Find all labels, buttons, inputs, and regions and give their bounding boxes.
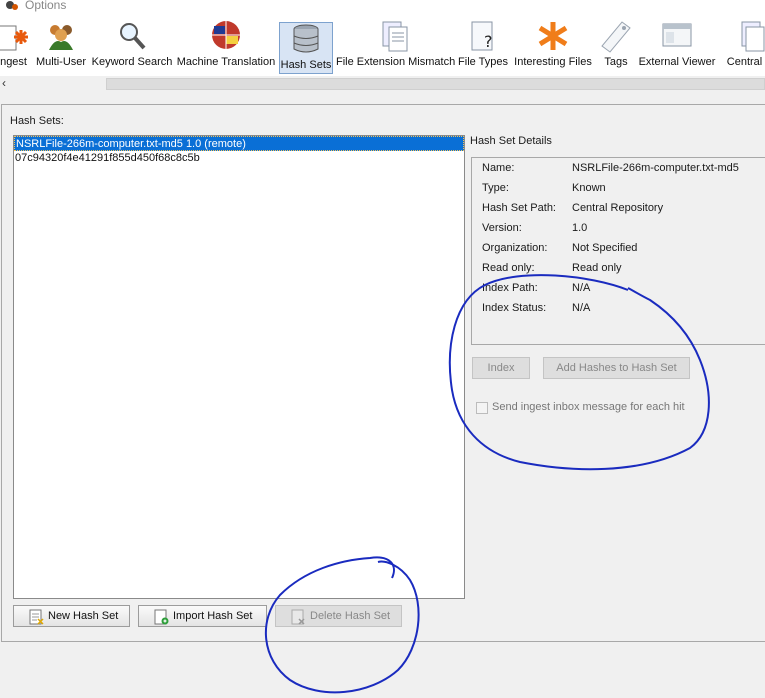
- new-document-icon: [29, 609, 44, 625]
- new-hash-set-label: New Hash Set: [48, 610, 119, 622]
- tab-file-types[interactable]: ? File Types: [456, 20, 510, 70]
- toolbar-scrollbar[interactable]: ‹: [0, 76, 765, 91]
- detail-value-read-only: Read only: [572, 262, 622, 274]
- detail-label-path: Hash Set Path:: [482, 202, 556, 214]
- detail-label-type: Type:: [482, 182, 509, 194]
- detail-value-index-status: N/A: [572, 302, 591, 314]
- tab-keyword-search[interactable]: Keyword Search: [91, 20, 173, 70]
- tab-multi-user-label: Multi-User: [35, 56, 87, 68]
- detail-value-index-path: N/A: [572, 282, 591, 294]
- list-item[interactable]: NSRLFile-266m-computer.txt-md5 1.0 (remo…: [14, 136, 464, 151]
- tab-keyword-search-label: Keyword Search: [91, 56, 173, 68]
- import-hash-set-label: Import Hash Set: [173, 610, 253, 622]
- tab-file-extension-mismatch-label: File Extension Mismatch: [336, 56, 456, 68]
- hash-sets-list[interactable]: NSRLFile-266m-computer.txt-md5 1.0 (remo…: [13, 135, 465, 599]
- delete-hash-set-button[interactable]: Delete Hash Set: [275, 605, 402, 627]
- globe-flags-icon: [212, 21, 240, 49]
- detail-label-index-status: Index Status:: [482, 302, 547, 314]
- tab-ingest[interactable]: Ingest: [0, 20, 32, 70]
- users-icon: [49, 25, 73, 50]
- svg-text:?: ?: [484, 32, 493, 51]
- tab-hash-sets[interactable]: Hash Sets: [279, 22, 333, 74]
- detail-label-index-path: Index Path:: [482, 282, 538, 294]
- scrollbar-thumb[interactable]: [106, 78, 765, 90]
- tab-interesting-files[interactable]: Interesting Files: [512, 20, 594, 70]
- ingest-inbox-checkbox-label: Send ingest inbox message for each hit: [492, 401, 685, 413]
- tab-hash-sets-label: Hash Sets: [280, 59, 332, 71]
- detail-label-read-only: Read only:: [482, 262, 535, 274]
- tab-interesting-files-label: Interesting Files: [514, 56, 592, 68]
- hash-sets-label: Hash Sets:: [10, 115, 64, 127]
- delete-document-icon: [291, 609, 305, 625]
- tab-multi-user[interactable]: Multi-User: [35, 20, 87, 70]
- detail-label-version: Version:: [482, 222, 522, 234]
- tab-central-repository-label: Central R: [726, 56, 765, 68]
- title-bar: Options: [0, 0, 765, 14]
- tab-central-repository[interactable]: Central R: [720, 20, 765, 70]
- list-item[interactable]: 07c94320f4e41291f855d450f68c8c5b: [14, 151, 464, 166]
- detail-value-type: Known: [572, 182, 606, 194]
- documents-icon: [741, 21, 765, 52]
- add-hashes-button[interactable]: Add Hashes to Hash Set: [543, 357, 690, 379]
- window-title: Options: [25, 0, 67, 12]
- tab-ingest-label: Ingest: [0, 56, 27, 68]
- tag-icon: [601, 21, 631, 53]
- app-logo-icon: [6, 1, 18, 10]
- index-button[interactable]: Index: [472, 357, 530, 379]
- scroll-left-icon[interactable]: ‹: [2, 76, 6, 90]
- detail-value-path: Central Repository: [572, 202, 664, 214]
- detail-value-version: 1.0: [572, 222, 588, 234]
- tab-file-extension-mismatch[interactable]: File Extension Mismatch: [336, 20, 456, 70]
- detail-label-organization: Organization:: [482, 242, 548, 254]
- tab-machine-translation-label: Machine Translation: [176, 56, 276, 68]
- ingest-inbox-checkbox[interactable]: [476, 402, 488, 414]
- hash-set-details-title: Hash Set Details: [470, 135, 552, 147]
- tab-file-types-label: File Types: [458, 56, 508, 68]
- tab-machine-translation[interactable]: Machine Translation: [176, 20, 276, 70]
- asterisk-icon: [538, 22, 568, 50]
- delete-hash-set-label: Delete Hash Set: [310, 610, 391, 622]
- tab-tags-label: Tags: [604, 56, 628, 68]
- new-hash-set-button[interactable]: New Hash Set: [13, 605, 130, 627]
- tab-external-viewer-label: External Viewer: [638, 56, 716, 68]
- ingest-icon: [0, 25, 28, 51]
- file-question-icon: ?: [471, 21, 493, 51]
- documents-icon: [382, 21, 408, 52]
- detail-label-name: Name:: [482, 162, 515, 174]
- tab-external-viewer[interactable]: External Viewer: [638, 20, 716, 70]
- detail-value-name: NSRLFile-266m-computer.txt-md5: [572, 162, 739, 174]
- hash-set-details-box: Name: NSRLFile-266m-computer.txt-md5 Typ…: [471, 157, 765, 345]
- import-document-icon: [154, 609, 169, 625]
- options-toolbar: Ingest Multi-User Keyword Search Machine…: [0, 14, 765, 76]
- window-icon: [662, 23, 692, 47]
- magnifier-icon: [120, 23, 146, 50]
- tab-tags[interactable]: Tags: [598, 20, 634, 70]
- import-hash-set-button[interactable]: Import Hash Set: [138, 605, 267, 627]
- database-icon: [293, 24, 319, 53]
- detail-value-organization: Not Specified: [572, 242, 638, 254]
